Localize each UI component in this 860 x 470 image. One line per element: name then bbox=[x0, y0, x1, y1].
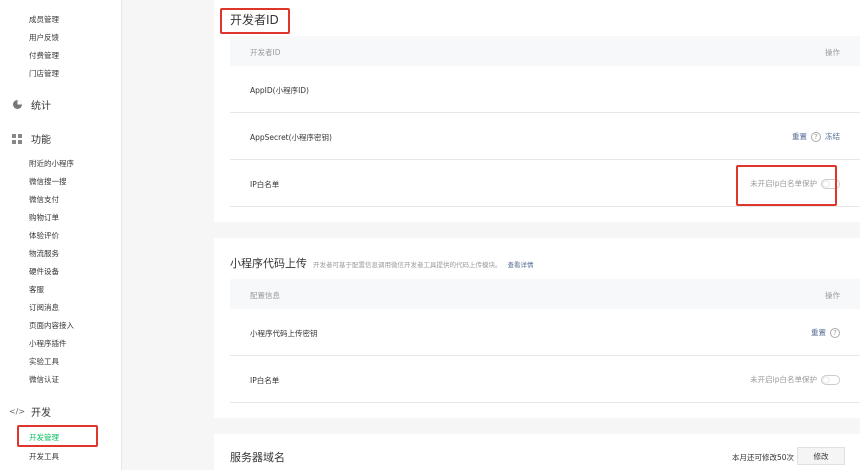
highlight-box bbox=[736, 165, 837, 206]
section-title: 小程序代码上传 bbox=[230, 257, 307, 270]
table-row-ip: IP白名单 未开启ip白名单保护 bbox=[230, 356, 860, 403]
highlight-box bbox=[220, 8, 290, 34]
sidebar-item-search[interactable]: 微信搜一搜 bbox=[29, 176, 67, 187]
ip-label: IP白名单 bbox=[250, 180, 280, 189]
sidebar-group-label: 统计 bbox=[31, 101, 51, 112]
ip-whitelist-toggle[interactable] bbox=[821, 374, 840, 385]
key-label: 小程序代码上传密钥 bbox=[250, 329, 318, 338]
sidebar-group-features[interactable]: 功能 bbox=[11, 131, 51, 146]
sidebar-item-orders[interactable]: 购物订单 bbox=[29, 212, 59, 223]
sidebar-item-verify[interactable]: 微信认证 bbox=[29, 374, 59, 385]
highlight-box bbox=[17, 425, 98, 447]
sidebar-item-subscribe[interactable]: 订阅消息 bbox=[29, 302, 59, 313]
table-header: 开发者ID 操作 bbox=[230, 36, 860, 66]
remaining-count: 本月还可修改50次 bbox=[732, 453, 795, 462]
help-icon[interactable]: ? bbox=[811, 131, 821, 142]
ip-status: 未开启ip白名单保护 bbox=[750, 375, 817, 384]
sidebar-item-payment[interactable]: 付费管理 bbox=[29, 50, 59, 61]
header-right: 操作 bbox=[825, 291, 840, 300]
sidebar-item-page-access[interactable]: 页面内容接入 bbox=[29, 320, 74, 331]
secret-label: AppSecret(小程序密钥) bbox=[250, 133, 332, 142]
sidebar-item-dev-tools[interactable]: 开发工具 bbox=[29, 451, 59, 462]
sidebar-group-dev[interactable]: </> 开发 bbox=[8, 404, 51, 419]
upload-card: 小程序代码上传 开发者可基于配置信息调用微信开发者工具提供的代码上传模块。 查看… bbox=[214, 238, 860, 418]
server-card: 服务器域名 本月还可修改50次 修改 bbox=[214, 434, 860, 470]
table-row-appid: AppID(小程序ID) bbox=[230, 66, 860, 113]
section-desc: 开发者可基于配置信息调用微信开发者工具提供的代码上传模块。 bbox=[313, 261, 502, 269]
header-right: 操作 bbox=[825, 48, 840, 57]
sidebar-item-logistics[interactable]: 物流服务 bbox=[29, 248, 59, 259]
appid-label: AppID(小程序ID) bbox=[250, 86, 309, 95]
reset-key-link[interactable]: 重置 bbox=[811, 327, 826, 338]
sidebar-item-hardware[interactable]: 硬件设备 bbox=[29, 266, 59, 277]
grid-icon bbox=[11, 133, 23, 145]
ip-label: IP白名单 bbox=[250, 376, 280, 385]
header-left: 开发者ID bbox=[250, 48, 281, 57]
sidebar-item-lab[interactable]: 实验工具 bbox=[29, 356, 59, 367]
sidebar-group-stats[interactable]: 统计 bbox=[11, 97, 51, 112]
table-header: 配置信息 操作 bbox=[230, 279, 860, 309]
freeze-link[interactable]: 冻结 bbox=[825, 131, 840, 142]
sidebar-item-feedback[interactable]: 用户反馈 bbox=[29, 32, 59, 43]
reset-secret-link[interactable]: 重置 bbox=[792, 131, 807, 142]
table-row-secret: AppSecret(小程序密钥) 重置 ? 冻结 bbox=[230, 113, 860, 160]
sidebar-item-stores[interactable]: 门店管理 bbox=[29, 68, 59, 79]
help-icon[interactable]: ? bbox=[830, 327, 840, 338]
code-icon: </> bbox=[8, 407, 26, 416]
table-row-key: 小程序代码上传密钥 重置 ? bbox=[230, 309, 860, 356]
sidebar-item-reviews[interactable]: 体验评价 bbox=[29, 230, 59, 241]
section-title: 服务器域名 bbox=[230, 451, 285, 464]
sidebar-item-wechat-pay[interactable]: 微信支付 bbox=[29, 194, 59, 205]
modify-button[interactable]: 修改 bbox=[797, 447, 845, 465]
detail-link[interactable]: 查看详情 bbox=[508, 259, 534, 269]
pie-chart-icon bbox=[11, 99, 23, 111]
sidebar-item-plugins[interactable]: 小程序插件 bbox=[29, 338, 67, 349]
sidebar: 成员管理 用户反馈 付费管理 门店管理 统计 功能 附近的小程序 微信搜一搜 微… bbox=[0, 0, 122, 470]
sidebar-group-label: 开发 bbox=[31, 408, 51, 419]
sidebar-item-members[interactable]: 成员管理 bbox=[29, 14, 59, 25]
sidebar-group-label: 功能 bbox=[31, 135, 51, 146]
sidebar-item-service[interactable]: 客服 bbox=[29, 284, 44, 295]
main-content: 开发者ID 开发者ID 操作 AppID(小程序ID) AppSecret(小程… bbox=[122, 0, 860, 470]
header-left: 配置信息 bbox=[250, 291, 280, 300]
sidebar-item-nearby[interactable]: 附近的小程序 bbox=[29, 158, 74, 169]
